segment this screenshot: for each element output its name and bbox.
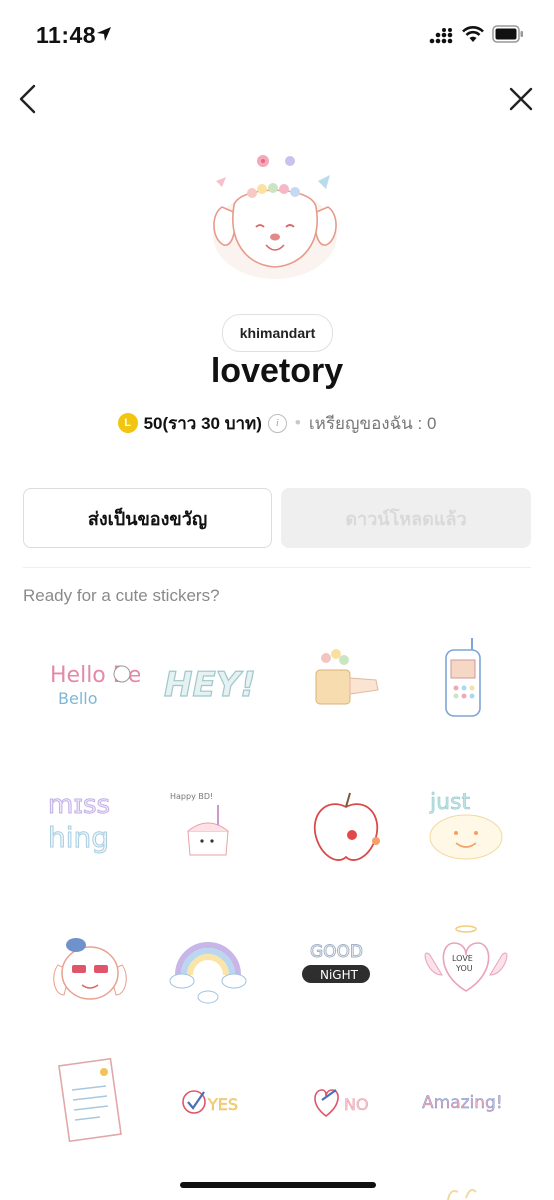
svg-text:HEY!: HEY! [164,665,256,705]
svg-text:YOU: YOU [455,964,473,973]
info-icon[interactable]: i [267,413,287,433]
svg-text:YES: YES [207,1095,238,1114]
location-arrow-icon [97,27,111,41]
amazing-sticker[interactable]: Amazing! [416,1050,516,1150]
price-amount: 50(ราว 30 บาท) [143,413,262,433]
letter-sticker[interactable] [40,1050,140,1150]
svg-text:Bello: Bello [58,689,98,708]
birthday-cake-sticker[interactable]: Happy BD! [158,775,258,875]
puppy-sunglasses-sticker[interactable] [40,915,140,1015]
cellular-signal-icon [429,28,453,44]
yes-sticker[interactable]: YES [158,1050,258,1150]
love-you-heart-sticker[interactable]: LOVE YOU [416,915,516,1015]
apple-sticker[interactable] [296,775,396,875]
battery-icon [492,25,523,43]
coffee-mug-sticker[interactable] [296,630,396,730]
status-bar: 11:48 [0,0,554,70]
sticker-pack-cover [213,155,337,279]
home-indicator[interactable] [180,1182,376,1188]
no-sticker[interactable]: NO [296,1050,396,1150]
svg-text:Happy BD!: Happy BD! [170,792,213,801]
good-night-sticker[interactable]: GOOD NiGHT [296,915,396,1015]
svg-text:hing: hing [48,821,109,854]
status-time: 11:48 [36,22,97,48]
downloaded-button[interactable]: ดาวน์โหลดแล้ว [281,488,531,548]
wifi-icon [462,26,484,42]
separator-dot: • [294,413,301,432]
close-button[interactable] [506,84,536,114]
creator-badge[interactable]: khimandart [222,314,333,352]
missing-sticker[interactable]: mɪss hing [40,775,140,875]
pack-description: Ready for a cute stickers? [23,586,220,605]
just-smile-sticker[interactable]: just [416,775,516,875]
svg-text:Amazing!: Amazing! [422,1093,503,1113]
svg-text:mɪss: mɪss [48,790,110,820]
sticker-pack-title: lovetory [210,352,344,390]
send-as-gift-button[interactable]: ส่งเป็นของขวัญ [23,488,272,548]
svg-text:LOVE: LOVE [452,954,473,963]
next-row-sticker-partial [447,1189,477,1200]
svg-text:NiGHT: NiGHT [320,968,359,982]
phone-sticker[interactable] [416,630,516,730]
svg-text:NO: NO [344,1095,369,1114]
coin-icon: L [117,413,138,433]
divider [23,567,531,568]
my-coins-text[interactable]: เหรียญของฉัน : 0 [309,410,437,437]
rainbow-sticker[interactable] [158,915,258,1015]
back-button[interactable] [14,82,44,116]
price-row: L 50(ราว 30 บาท) i • เหรียญของฉัน : 0 [0,410,554,436]
hey-sticker[interactable]: HEY! [158,630,258,730]
svg-text:just: just [429,790,471,815]
hello-bello-sticker[interactable]: Hello Bello Bello [40,630,140,730]
svg-text:GOOD: GOOD [310,942,363,962]
